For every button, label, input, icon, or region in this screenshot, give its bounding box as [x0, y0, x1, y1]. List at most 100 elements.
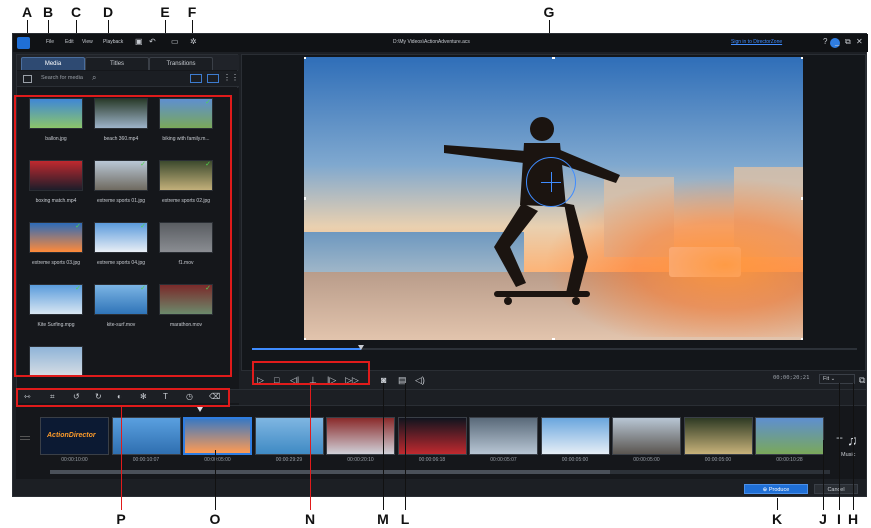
detach-preview-icon[interactable]: ⧉ [859, 374, 865, 386]
callout-o: O [209, 511, 221, 527]
highlight-playback-controls [252, 361, 370, 385]
timeline-scrollbar[interactable] [50, 470, 830, 474]
resize-handle[interactable] [304, 197, 306, 200]
produce-button[interactable]: ⊕ Produce [744, 484, 808, 494]
leader-n [310, 385, 311, 510]
callout-n: N [304, 511, 316, 527]
highlight-media-library [14, 95, 232, 377]
callout-g: G [543, 4, 555, 20]
thumbnail-view-icon[interactable] [207, 74, 219, 83]
produce-label: Produce [768, 487, 790, 493]
clip-duration: 00:00:05:00 [704, 457, 732, 463]
preview-window [241, 54, 866, 371]
list-view-icon[interactable] [190, 74, 202, 83]
timeline-clip[interactable] [683, 417, 753, 455]
resize-handle[interactable] [304, 57, 306, 59]
clip-duration: 00:00:05:00 [633, 457, 660, 463]
leader-i [839, 383, 840, 510]
timeline-clip[interactable] [397, 417, 467, 455]
highlight-toolbar [16, 388, 230, 407]
callout-l: L [400, 511, 410, 527]
search-input[interactable]: Search for media [41, 75, 83, 81]
library-tabs: Media Titles Transitions [17, 55, 239, 70]
timeline-grip[interactable] [20, 436, 30, 440]
callout-p: P [116, 511, 126, 527]
import-media-button[interactable] [23, 75, 32, 83]
clip-duration: 00:00:10:28 [776, 457, 803, 463]
callout-i: I [837, 511, 841, 527]
tab-titles[interactable]: Titles [85, 57, 149, 70]
volume-icon[interactable]: ◁) [415, 374, 425, 386]
media-search-bar: Search for media ⌕ ⋮⋮ [17, 71, 239, 87]
tab-transitions[interactable]: Transitions [149, 57, 213, 70]
menu-view[interactable]: View [82, 39, 93, 45]
project-path: D:\My Videos\ActionAdventure.acs [393, 39, 470, 45]
sign-in-link[interactable]: Sign in to DirectorZone [731, 39, 782, 45]
timeline-clip[interactable] [254, 417, 324, 455]
menu-edit[interactable]: Edit [65, 39, 74, 45]
timeline-clip[interactable] [755, 417, 824, 455]
resize-handle[interactable] [801, 197, 803, 200]
cancel-button[interactable]: Cancel [814, 484, 858, 494]
tab-media[interactable]: Media [21, 57, 85, 70]
callout-b: B [42, 4, 54, 20]
leader-j [823, 440, 824, 510]
clip-duration: 00:00:05:00 [561, 457, 589, 463]
timeline-scroll-thumb[interactable] [50, 470, 610, 474]
settings-gear-icon[interactable]: ✲ [190, 37, 197, 46]
leader-m [383, 383, 384, 510]
help-button[interactable]: ? [823, 37, 827, 46]
resize-handle[interactable] [552, 338, 555, 340]
highlight-selected-clip [180, 414, 252, 466]
callout-j: J [819, 511, 827, 527]
menu-file[interactable]: File [46, 39, 54, 45]
undo-icon[interactable]: ↶ [149, 37, 156, 46]
resize-handle[interactable] [304, 338, 306, 340]
timeline-clip[interactable]: ActionDirector [40, 417, 109, 455]
resize-handle[interactable] [801, 338, 803, 340]
leader-k [777, 498, 778, 510]
menu-playback[interactable]: Playback [103, 39, 123, 45]
leader-l [405, 383, 406, 510]
clip-duration: 00:00:10:00 [61, 457, 88, 463]
close-button[interactable]: ✕ [856, 37, 863, 46]
timeline-clip[interactable] [540, 417, 610, 455]
zoom-fit-value: Fit [823, 376, 830, 382]
grid-view-icon[interactable]: ⋮⋮ [223, 73, 239, 82]
minimize-button[interactable]: _ [835, 37, 839, 46]
search-icon[interactable]: ⌕ [92, 73, 96, 83]
leader-h [853, 383, 854, 510]
skater-silhouette [444, 117, 620, 305]
timecode: 00;00;20;21 [773, 375, 810, 381]
timeline-clip[interactable] [612, 417, 681, 455]
aspect-ratio-icon[interactable]: ▭ [171, 37, 179, 46]
callout-k: K [771, 511, 783, 527]
timeline-clip[interactable] [469, 417, 538, 455]
focus-crosshair-icon[interactable] [526, 157, 576, 207]
preview-scrubber[interactable] [252, 345, 857, 350]
clip-duration: 00:00:29:29 [275, 457, 303, 463]
title-bar: File Edit View Playback ▣ ↶ ▭ ✲ D:\My Vi… [13, 34, 868, 52]
clip-title-text: ActionDirector [47, 432, 96, 439]
scrubber-knob[interactable] [357, 345, 364, 350]
zoom-fit-select[interactable]: Fit ⌄ [819, 374, 855, 384]
restore-button[interactable]: ⧉ [845, 37, 851, 47]
resize-handle[interactable] [801, 57, 803, 59]
callout-f: F [187, 4, 197, 20]
leader-p [121, 407, 122, 510]
app-logo-icon [17, 37, 30, 49]
resize-handle[interactable] [552, 57, 555, 59]
snapshot-icon[interactable]: ▣ [135, 37, 143, 46]
callout-a: A [21, 4, 33, 20]
scrubber-progress [252, 348, 361, 350]
callout-h: H [847, 511, 859, 527]
video-frame[interactable] [304, 57, 803, 340]
timeline-clip[interactable] [326, 417, 395, 455]
callout-d: D [102, 4, 114, 20]
callout-c: C [70, 4, 82, 20]
clip-duration: 00:00:06:18 [418, 457, 446, 463]
timeline: + ♫ Music ActionDirector00:00:10:0000:00… [16, 405, 866, 479]
playhead[interactable] [197, 407, 203, 412]
leader-o [215, 450, 216, 510]
clip-duration: 00:00:20:10 [347, 457, 374, 463]
